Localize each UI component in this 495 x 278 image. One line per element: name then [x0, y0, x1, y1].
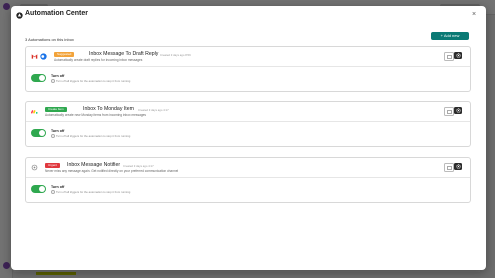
app-icons	[31, 53, 47, 60]
automation-icon	[16, 12, 23, 19]
automation-name: Inbox Message Notifier	[67, 162, 121, 168]
automation-tag: Create Item	[45, 107, 67, 112]
toggle-label: Turn off	[51, 129, 65, 133]
automation-tag: Urgent	[45, 163, 61, 168]
outlook-icon	[40, 53, 47, 60]
toggle-hint-text: Turn off all triggers for the automation…	[56, 190, 131, 194]
toggle-knob	[39, 186, 45, 192]
automation-created: Created 3 days ago 8:59	[160, 53, 191, 57]
automation-name: Inbox Message To Draft Reply	[89, 51, 159, 57]
toggle-hint: Turn off all triggers for the automation…	[51, 79, 131, 84]
toggle-knob	[39, 75, 45, 81]
automation-description: Never miss any message again. Get notifi…	[45, 169, 179, 173]
toggle-hint-text: Turn off all triggers for the automation…	[56, 79, 131, 83]
automation-toggle[interactable]	[31, 185, 46, 193]
notifier-icon	[31, 164, 38, 171]
toggle-hint: Turn off all triggers for the automation…	[51, 190, 131, 195]
automation-count: 3 Automations on this inbox	[25, 37, 74, 42]
settings-button[interactable]	[454, 52, 462, 59]
automation-card-header: Urgent Inbox Message Notifier Created 3 …	[26, 158, 470, 178]
automation-card: Urgent Inbox Message Notifier Created 3 …	[25, 157, 471, 203]
info-icon	[51, 190, 55, 195]
automation-center-modal: Automation Center × 3 Automations on thi…	[11, 6, 486, 270]
automation-card-header: Create Item Inbox To Monday Item Created…	[26, 102, 470, 122]
gmail-icon	[31, 54, 38, 59]
app-icons	[31, 164, 38, 171]
info-icon	[51, 79, 55, 84]
automation-toggle[interactable]	[31, 74, 46, 82]
settings-button[interactable]	[454, 107, 462, 114]
gear-icon	[455, 164, 461, 169]
automation-card: Create Item Inbox To Monday Item Created…	[25, 101, 471, 147]
automation-name: Inbox To Monday Item	[83, 106, 134, 112]
toggle-label: Turn off	[51, 185, 65, 189]
toggle-knob	[39, 130, 45, 136]
automation-card: Suggested Inbox Message To Draft Reply C…	[25, 46, 471, 92]
gear-icon	[455, 108, 461, 113]
edit-button[interactable]	[444, 52, 454, 61]
automation-tag: Suggested	[54, 52, 75, 57]
edit-button[interactable]	[444, 163, 454, 172]
monday-icon	[31, 110, 38, 114]
info-icon	[51, 134, 55, 139]
edit-icon	[446, 109, 452, 114]
gear-icon	[455, 53, 461, 58]
automation-toggle[interactable]	[31, 129, 46, 137]
automation-card-header: Suggested Inbox Message To Draft Reply C…	[26, 47, 470, 67]
automation-created: Created 3 days ago 4:17	[138, 108, 169, 112]
automation-description: Automatically create new Monday items fr…	[45, 113, 146, 117]
edit-icon	[446, 54, 452, 59]
automation-description: Automatically create draft replies for i…	[54, 58, 143, 62]
settings-button[interactable]	[454, 163, 462, 170]
close-button[interactable]: ×	[470, 11, 478, 19]
toggle-hint-text: Turn off all triggers for the automation…	[56, 134, 131, 138]
toggle-hint: Turn off all triggers for the automation…	[51, 134, 131, 139]
toggle-label: Turn off	[51, 74, 65, 78]
modal-title: Automation Center	[25, 10, 88, 17]
edit-icon	[446, 165, 452, 170]
automation-created: Created 3 days ago 4:17	[123, 164, 154, 168]
app-icons	[31, 108, 38, 115]
add-new-button[interactable]: + Add new	[431, 32, 469, 40]
modal-header: Automation Center ×	[11, 6, 486, 26]
edit-button[interactable]	[444, 107, 454, 116]
